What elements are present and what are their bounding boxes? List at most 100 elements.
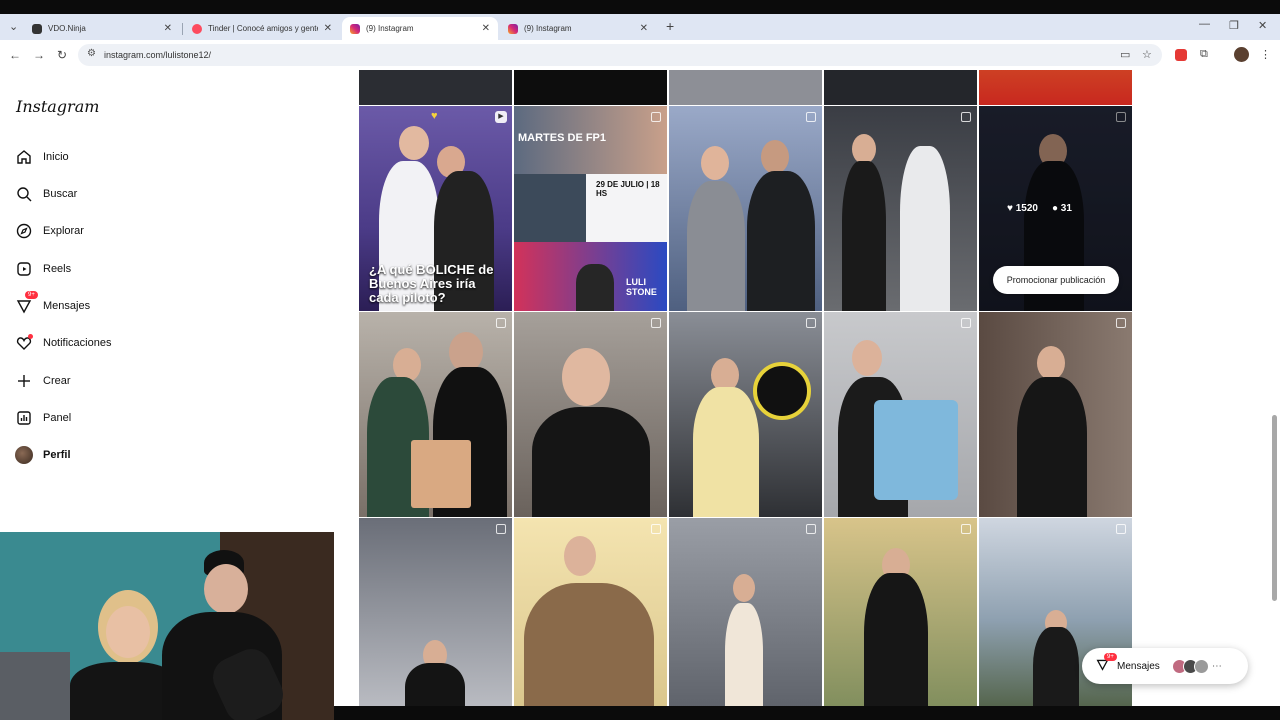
avatar bbox=[1193, 658, 1209, 674]
tab-instagram-active[interactable]: (9) Instagram ✕ bbox=[342, 17, 498, 40]
reel-icon: ▶ bbox=[495, 111, 507, 123]
post-thumbnail[interactable] bbox=[824, 106, 977, 311]
comment-bubble-icon: ● bbox=[1051, 203, 1059, 214]
tab-instagram[interactable]: (9) Instagram ✕ bbox=[500, 17, 656, 40]
restore-icon[interactable]: ❐ bbox=[1229, 19, 1239, 32]
sidebar-item-mensajes[interactable]: 9+ Mensajes bbox=[14, 291, 90, 320]
sidebar-item-label: Notificaciones bbox=[43, 337, 112, 349]
back-arrow-icon[interactable]: ← bbox=[9, 48, 21, 62]
tab-vdo-ninja[interactable]: VDO.Ninja ✕ bbox=[24, 17, 180, 40]
tab-tinder[interactable]: Tinder | Conocé amigos y gente n ✕ bbox=[184, 17, 340, 40]
carousel-icon bbox=[961, 524, 971, 534]
sidebar-item-crear[interactable]: Crear bbox=[14, 367, 71, 395]
post-thumbnail[interactable] bbox=[359, 70, 512, 105]
avatar bbox=[14, 445, 34, 465]
close-icon[interactable]: ✕ bbox=[640, 23, 648, 34]
post-stats: ♥ 1520 ● 31 bbox=[1007, 203, 1072, 214]
plus-icon bbox=[14, 371, 34, 391]
fp1-title: MARTES DE FP1 bbox=[518, 132, 607, 144]
tab-title: Tinder | Conocé amigos y gente n bbox=[208, 24, 318, 33]
tinder-favicon-icon bbox=[192, 23, 202, 34]
post-thumbnail[interactable] bbox=[669, 70, 822, 105]
new-tab-plus-icon[interactable]: + bbox=[666, 18, 674, 34]
post-thumbnail[interactable] bbox=[514, 312, 667, 517]
post-thumbnail[interactable] bbox=[514, 518, 667, 706]
sidebar-item-label: Explorar bbox=[43, 225, 84, 237]
more-vert-icon[interactable]: ⋮ bbox=[1260, 48, 1271, 61]
post-thumbnail[interactable] bbox=[359, 312, 512, 517]
messages-floating-button[interactable]: 9+ Mensajes ⋯ bbox=[1082, 648, 1248, 684]
extensions-puzzle-icon[interactable]: ⧉ bbox=[1200, 48, 1208, 61]
instagram-favicon-icon bbox=[350, 23, 360, 34]
instagram-logo[interactable]: Instagram bbox=[16, 97, 99, 116]
forward-arrow-icon[interactable]: → bbox=[33, 48, 45, 62]
url-text[interactable]: instagram.com/lulistone12/ bbox=[104, 50, 211, 60]
likes-stat: ♥ 1520 bbox=[1007, 203, 1038, 214]
heart-filled-icon: ♥ bbox=[1007, 203, 1013, 214]
notification-badge: 9+ bbox=[25, 291, 38, 299]
post-thumbnail[interactable] bbox=[669, 312, 822, 517]
carousel-icon bbox=[1116, 524, 1126, 534]
minimize-icon[interactable]: — bbox=[1199, 18, 1210, 30]
sidebar-item-label: Inicio bbox=[43, 151, 69, 163]
tab-title: (9) Instagram bbox=[366, 24, 414, 33]
messenger-icon: 9+ bbox=[14, 291, 38, 316]
post-thumbnail[interactable] bbox=[979, 312, 1132, 517]
yellow-heart-icon: ♥ bbox=[431, 110, 438, 122]
compass-icon bbox=[14, 221, 34, 241]
extension-icon[interactable] bbox=[1175, 49, 1187, 61]
sidebar-item-perfil[interactable]: Perfil bbox=[14, 441, 71, 469]
address-bar: ← → ↻ ⚙ instagram.com/lulistone12/ ▭ ☆ ⧉… bbox=[0, 40, 1280, 70]
tab-strip: ⌄ VDO.Ninja ✕ Tinder | Conocé amigos y g… bbox=[0, 14, 1280, 40]
carousel-icon bbox=[496, 524, 506, 534]
post-thumbnail[interactable] bbox=[824, 518, 977, 706]
sidebar-item-panel[interactable]: Panel bbox=[14, 404, 71, 432]
sidebar-item-inicio[interactable]: Inicio bbox=[14, 143, 69, 171]
tab-separator bbox=[182, 23, 183, 35]
sidebar-item-reels[interactable]: Reels bbox=[14, 255, 71, 283]
tab-title: (9) Instagram bbox=[524, 24, 572, 33]
close-window-icon[interactable]: ✕ bbox=[1258, 19, 1267, 32]
carousel-icon bbox=[496, 318, 506, 328]
post-reel-boliche[interactable]: ♥ ▶ ¿A qué BOLICHE de Buenos Aires iría … bbox=[359, 106, 512, 311]
tab-title: VDO.Ninja bbox=[48, 24, 86, 33]
carousel-icon bbox=[806, 318, 816, 328]
posts-grid: ♥ ▶ ¿A qué BOLICHE de Buenos Aires iría … bbox=[359, 70, 1133, 706]
webcam-overlay bbox=[0, 532, 334, 720]
site-info-icon[interactable]: ⚙ bbox=[87, 48, 96, 59]
post-thumbnail[interactable] bbox=[824, 312, 977, 517]
post-thumbnail[interactable] bbox=[979, 70, 1132, 105]
reload-icon[interactable]: ↻ bbox=[57, 48, 67, 62]
post-thumbnail[interactable] bbox=[669, 518, 822, 706]
post-thumbnail[interactable] bbox=[359, 518, 512, 706]
post-thumbnail[interactable] bbox=[669, 106, 822, 311]
comments-stat: ● 31 bbox=[1051, 203, 1072, 214]
tab-search-chevron-icon[interactable]: ⌄ bbox=[9, 20, 18, 33]
carousel-icon bbox=[961, 112, 971, 122]
omnibox[interactable]: ⚙ instagram.com/lulistone12/ bbox=[78, 44, 1162, 66]
notification-badge: 9+ bbox=[1104, 653, 1117, 661]
search-icon bbox=[14, 184, 34, 204]
instagram-favicon-icon bbox=[508, 23, 518, 34]
carousel-icon bbox=[1116, 318, 1126, 328]
sidebar-item-notificaciones[interactable]: Notificaciones bbox=[14, 329, 111, 357]
close-icon[interactable]: ✕ bbox=[482, 23, 490, 34]
install-app-icon[interactable]: ▭ bbox=[1120, 48, 1130, 61]
sidebar-item-buscar[interactable]: Buscar bbox=[14, 180, 77, 208]
vdo-ninja-favicon-icon bbox=[32, 23, 42, 34]
sidebar-item-label: Buscar bbox=[43, 188, 78, 200]
sidebar-item-explorar[interactable]: Explorar bbox=[14, 217, 84, 245]
close-icon[interactable]: ✕ bbox=[164, 23, 172, 34]
post-caption: ¿A qué BOLICHE de Buenos Aires iría cada… bbox=[369, 262, 494, 305]
post-thumbnail[interactable] bbox=[514, 70, 667, 105]
close-icon[interactable]: ✕ bbox=[324, 23, 332, 34]
profile-avatar-icon[interactable] bbox=[1234, 47, 1249, 62]
sidebar-item-label: Perfil bbox=[43, 449, 71, 461]
post-thumbnail[interactable] bbox=[824, 70, 977, 105]
promote-post-button[interactable]: Promocionar publicación bbox=[993, 266, 1119, 294]
post-martes-fp1[interactable]: MARTES DE FP1 29 DE JULIO | 18 HS LULI S… bbox=[514, 106, 667, 311]
chart-icon bbox=[14, 408, 34, 428]
page-scrollbar[interactable] bbox=[1272, 415, 1277, 601]
sidebar-item-label: Panel bbox=[43, 412, 72, 424]
bookmark-star-icon[interactable]: ☆ bbox=[1142, 48, 1152, 61]
